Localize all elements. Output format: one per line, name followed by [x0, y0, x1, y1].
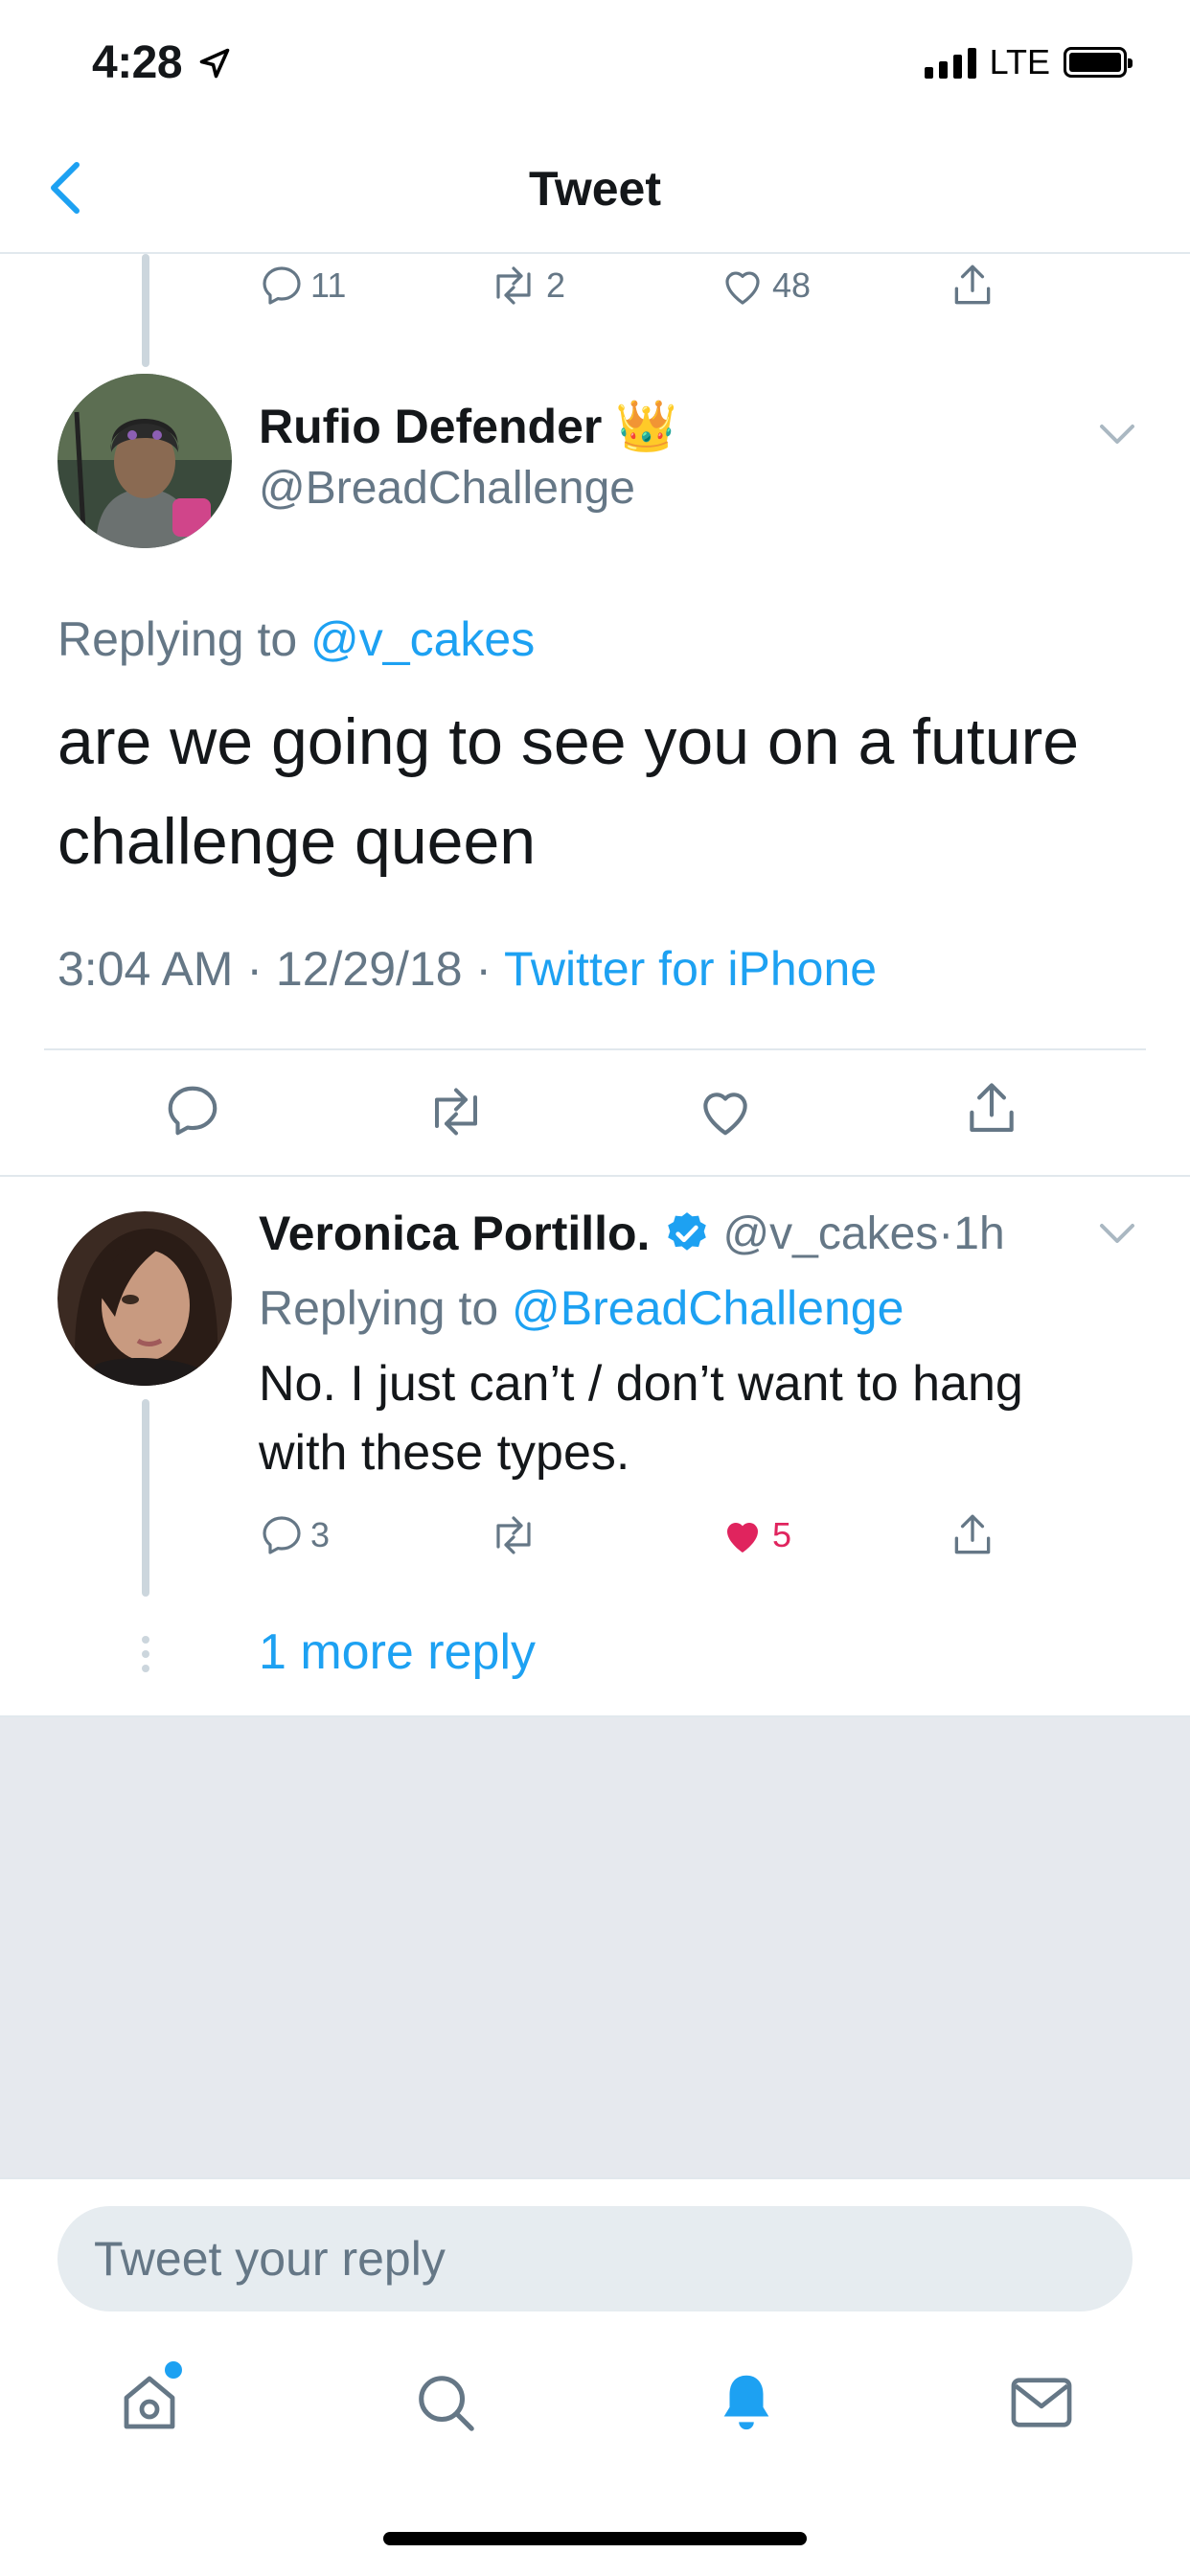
heart-filled-icon [727, 1523, 758, 1552]
more-dots-icon [140, 1635, 151, 1673]
location-arrow-icon [197, 46, 232, 80]
cellular-signal-icon [924, 46, 976, 79]
parent-like-action[interactable]: 48 [719, 263, 811, 309]
retweet-icon [435, 1088, 477, 1136]
reply-tweet-text: No. I just can’t / don’t want to hang wi… [259, 1356, 1023, 1481]
share-icon [970, 1083, 1014, 1133]
avatar[interactable] [57, 1211, 232, 1386]
empty-area [0, 1717, 1190, 2179]
author-handle[interactable]: @BreadChallenge [259, 462, 635, 515]
reply-replying-to-line: Replying to @BreadChallenge [259, 1280, 904, 1336]
reply-like-action[interactable]: 5 [719, 1512, 791, 1558]
tweet-options-chevron-down-icon[interactable] [1098, 420, 1136, 448]
parent-like-count: 48 [772, 265, 812, 305]
network-type: LTE [989, 42, 1050, 81]
retweet-icon [496, 266, 531, 305]
replying-to-line: Replying to @v_cakes [57, 611, 535, 667]
thread-connector-line [142, 1399, 149, 1597]
reply-button[interactable] [163, 1081, 222, 1140]
page-title: Tweet [529, 162, 661, 216]
reply-share-action[interactable] [949, 1510, 996, 1560]
reply-replying-to-label: Replying to [259, 1281, 513, 1335]
reply-icon [168, 1086, 217, 1136]
heart-icon [703, 1092, 747, 1136]
tweet-source-link[interactable]: Twitter for iPhone [504, 942, 877, 996]
reply-input[interactable]: Tweet your reply [57, 2206, 1133, 2312]
reply-retweet-action[interactable] [487, 1512, 540, 1558]
status-indicators: LTE [924, 42, 1133, 82]
share-icon [954, 1514, 991, 1554]
notification-dot [165, 2361, 182, 2379]
parent-retweet-count: 2 [546, 265, 566, 305]
bell-icon [723, 2375, 769, 2430]
status-time: 4:28 [92, 37, 183, 88]
tab-notifications[interactable] [713, 2367, 780, 2436]
reply-like-count: 5 [772, 1515, 792, 1554]
tweet-divider [44, 1048, 1146, 1050]
home-indicator [383, 2532, 807, 2545]
parent-share-action[interactable] [949, 261, 996, 310]
reply-author-handle[interactable]: @v_cakes [722, 1208, 938, 1260]
tweet-meta: 3:04 AM · 12/29/18 · Twitter for iPhone [57, 941, 877, 997]
tab-search[interactable] [412, 2369, 479, 2436]
author-name[interactable]: Rufio Defender [259, 399, 602, 454]
reply-options-chevron-down-icon[interactable] [1098, 1219, 1136, 1248]
reply-author-name[interactable]: Veronica Portillo. [259, 1206, 650, 1261]
like-button[interactable] [696, 1081, 755, 1140]
reply-bar-divider [0, 2177, 1190, 2179]
tab-messages[interactable] [1008, 2373, 1075, 2432]
share-button[interactable] [962, 1077, 1021, 1140]
header-divider [0, 252, 1190, 254]
avatar[interactable] [57, 374, 232, 548]
reply-icon [263, 1516, 301, 1554]
replying-to-link[interactable]: @v_cakes [310, 612, 535, 666]
mail-icon [1011, 2378, 1072, 2427]
tweet-text: are we going to see you on a future chal… [57, 705, 1080, 878]
replying-to-label: Replying to [57, 612, 311, 666]
crown-emoji: 👑 [615, 399, 678, 454]
verified-badge-icon [663, 1209, 711, 1257]
battery-icon [1064, 47, 1133, 78]
reply-reply-action[interactable]: 3 [259, 1512, 330, 1558]
reply-replying-to-link[interactable]: @BreadChallenge [512, 1281, 904, 1335]
reply-icon [263, 266, 301, 305]
action-bar-divider [0, 1175, 1190, 1177]
parent-retweet-action[interactable]: 2 [487, 263, 565, 309]
parent-reply-count: 11 [310, 265, 347, 305]
reply-time: ·1h [938, 1208, 1005, 1259]
tweet-timestamp: 3:04 AM · 12/29/18 · [57, 942, 505, 996]
heart-icon [725, 271, 760, 305]
more-replies-link[interactable]: 1 more reply [259, 1623, 536, 1681]
retweet-button[interactable] [422, 1083, 491, 1140]
search-icon [419, 2376, 474, 2431]
parent-reply-action[interactable]: 11 [259, 263, 346, 309]
retweet-icon [496, 1516, 531, 1554]
thread-connector-line [142, 254, 149, 367]
reply-reply-count: 3 [310, 1515, 331, 1554]
share-icon [954, 264, 991, 305]
